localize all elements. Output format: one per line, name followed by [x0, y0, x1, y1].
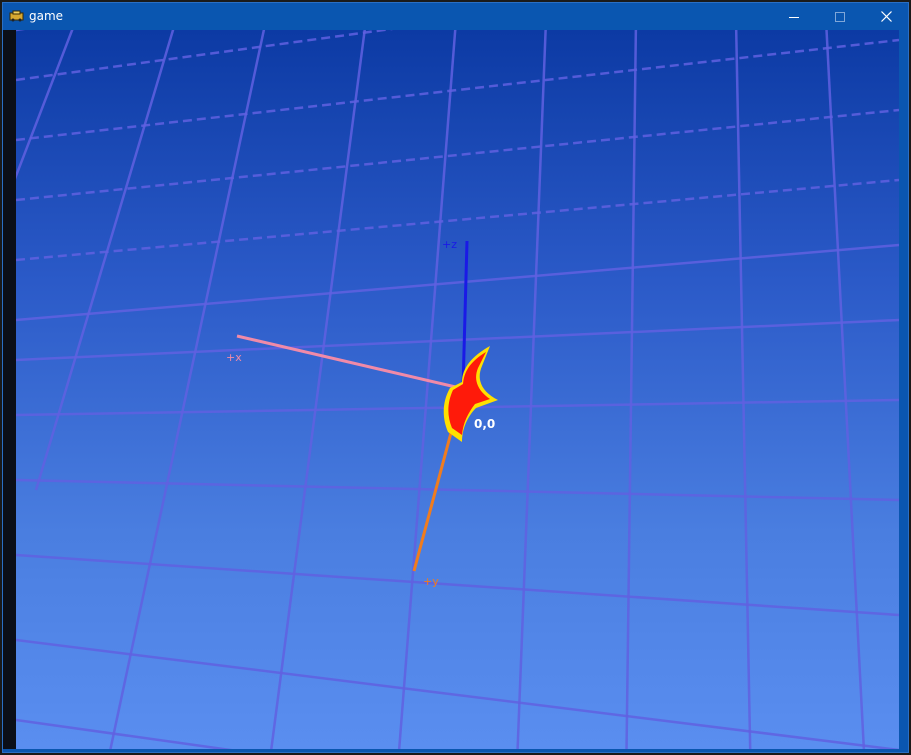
- grid-line: [16, 178, 899, 262]
- maximize-icon: [835, 11, 845, 22]
- minimize-icon: [789, 16, 799, 18]
- title-bar[interactable]: game: [3, 3, 908, 30]
- window-bottom-border: [3, 749, 908, 752]
- grid-line: [825, 30, 866, 749]
- grid-line: [734, 30, 752, 749]
- window-title: game: [29, 9, 64, 23]
- z-axis-line: [461, 240, 469, 389]
- grid-line: [34, 30, 175, 491]
- grid-line: [16, 318, 899, 362]
- grid-line: [16, 30, 74, 180]
- x-axis-label: +x: [226, 351, 242, 364]
- y-axis-label: +y: [423, 575, 439, 588]
- minimize-button[interactable]: [771, 3, 817, 30]
- grid-line: [16, 38, 899, 142]
- maximize-button[interactable]: [817, 3, 863, 30]
- close-icon: [880, 11, 892, 22]
- scene-canvas[interactable]: +x +y +z 0,0: [16, 30, 899, 749]
- grid-line: [16, 108, 899, 202]
- game-window: game +x +y +z 0,0: [3, 3, 908, 752]
- app-icon: [9, 10, 24, 22]
- grid-line: [16, 478, 899, 502]
- grid-line: [16, 638, 899, 749]
- close-button[interactable]: [863, 3, 909, 30]
- z-axis-label: +z: [442, 238, 457, 251]
- grid-line: [16, 718, 233, 749]
- grid-line: [16, 553, 899, 617]
- grid-line: [109, 30, 266, 749]
- game-viewport[interactable]: +x +y +z 0,0: [16, 30, 899, 749]
- grid-line: [516, 30, 547, 749]
- grid-line: [397, 30, 457, 749]
- origin-label: 0,0: [474, 417, 495, 431]
- grid-line: [16, 243, 899, 322]
- background-window-edge: [3, 30, 16, 752]
- grid-line: [270, 30, 366, 749]
